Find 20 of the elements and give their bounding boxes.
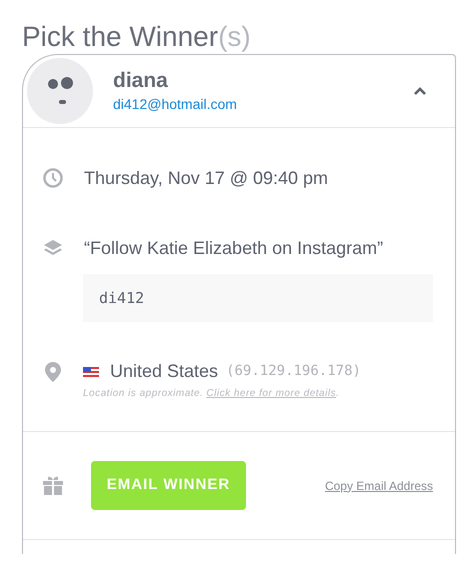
flag-icon [83,366,99,376]
clock-icon [43,168,63,188]
ip-address: (69.129.196.178) [226,362,361,381]
entry-time: Thursday, Nov 17 @ 09:40 pm [84,166,328,190]
note-period: . [336,387,340,401]
winner-name: diana [113,68,169,94]
avatar-icon [27,58,93,124]
location-note: Location is approximate. [83,387,204,401]
copy-email-link[interactable]: Copy Email Address [324,476,433,494]
winner-email[interactable]: di412@hotmail.com [113,94,413,114]
layers-icon [43,238,63,258]
page-title: Pick the Winner [22,20,218,54]
chevron-up-icon[interactable] [413,86,427,96]
title-suffix: (s) [218,20,251,54]
country: United States [110,360,218,383]
location-pin-icon [45,362,61,382]
details-link[interactable]: Click here for more details [206,386,336,401]
entry-value: di412 [83,274,433,322]
entry-action: “Follow Katie Elizabeth on Instagram” [84,236,384,260]
gift-icon [43,476,63,495]
